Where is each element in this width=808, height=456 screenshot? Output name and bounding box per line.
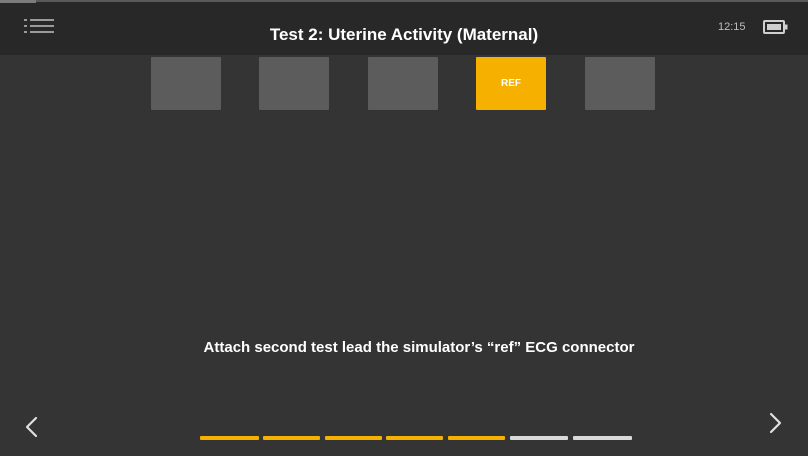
progress-segment-1: [200, 436, 259, 440]
step-3-tile[interactable]: [368, 57, 438, 110]
test-screen: Test 2: Uterine Activity (Maternal) 12:1…: [0, 0, 808, 456]
progress-bar: [0, 436, 808, 442]
step-1-tile[interactable]: [151, 57, 221, 110]
step-5-tile[interactable]: [585, 57, 655, 110]
progress-segment-2: [263, 436, 320, 440]
progress-segment-5: [448, 436, 505, 440]
instruction-text: Attach second test lead the simulator’s …: [203, 339, 635, 356]
step-ref-tile[interactable]: REF: [476, 57, 546, 110]
progress-segment-3: [325, 436, 382, 440]
progress-segment-7: [573, 436, 632, 440]
step-2-tile[interactable]: [259, 57, 329, 110]
progress-segment-6: [510, 436, 568, 440]
step-indicator: REF: [0, 0, 808, 120]
progress-segment-4: [386, 436, 443, 440]
